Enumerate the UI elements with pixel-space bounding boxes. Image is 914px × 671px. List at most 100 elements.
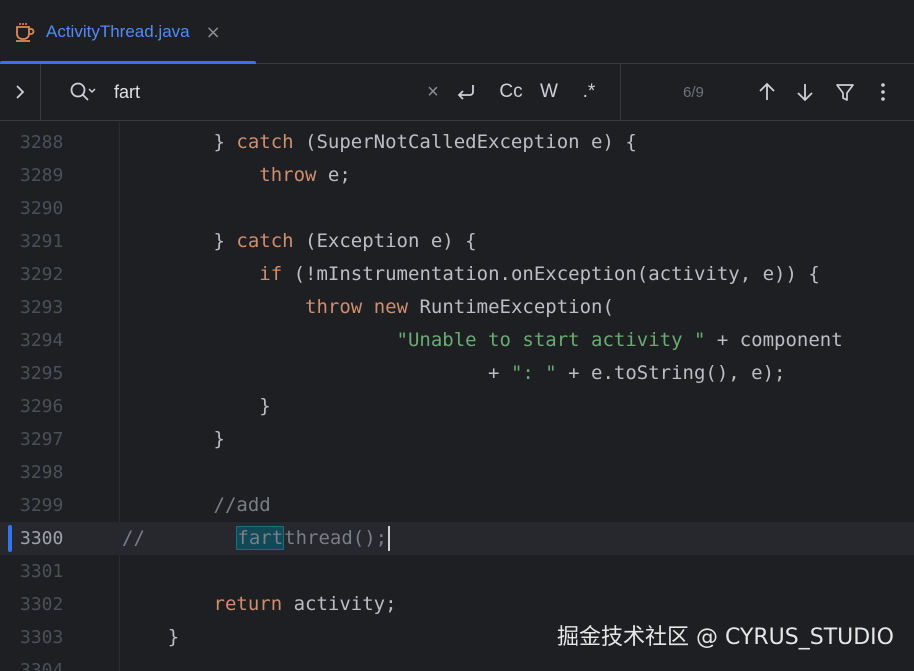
code-editor[interactable]: 3288 } catch (SuperNotCalledException e)…: [0, 122, 914, 671]
code-token: (!mInstrumentation.onException(activity,…: [282, 263, 820, 285]
line-number: 3292: [20, 264, 64, 285]
regex-button[interactable]: .*: [576, 80, 602, 104]
code-text: } catch (SuperNotCalledException e) {: [122, 126, 637, 159]
code-line[interactable]: 3302 return activity;: [0, 588, 914, 621]
text-caret: [388, 526, 391, 551]
line-number: 3288: [20, 132, 64, 153]
line-number: 3303: [20, 627, 64, 648]
code-text: }: [122, 423, 225, 456]
code-line[interactable]: 3293 throw new RuntimeException(: [0, 291, 914, 324]
line-number: 3300: [20, 528, 64, 549]
code-token: RuntimeException(: [408, 296, 614, 318]
code-token: thread();: [284, 527, 388, 549]
search-input[interactable]: [114, 78, 414, 106]
code-line[interactable]: 3298: [0, 456, 914, 489]
code-text: // fartthread();: [122, 522, 391, 555]
code-line[interactable]: 3297 }: [0, 423, 914, 456]
code-token: return: [213, 593, 283, 615]
toolbar-divider: [620, 64, 621, 121]
more-vertical-icon[interactable]: [874, 80, 892, 104]
code-token: }: [122, 230, 237, 252]
search-match-highlight: fart: [236, 526, 285, 550]
code-text: } catch (Exception e) {: [122, 225, 477, 258]
code-token: }: [122, 428, 225, 450]
code-token: //add: [213, 494, 271, 516]
code-token: catch: [236, 131, 294, 153]
line-number: 3304: [20, 660, 64, 671]
code-line[interactable]: 3294 "Unable to start activity " + compo…: [0, 324, 914, 357]
line-number: 3289: [20, 165, 64, 186]
code-text: //add: [122, 489, 271, 522]
code-token: +: [122, 362, 511, 384]
code-line[interactable]: 3292 if (!mInstrumentation.onException(a…: [0, 258, 914, 291]
arrow-up-icon[interactable]: [756, 80, 778, 104]
code-line[interactable]: 3289 throw e;: [0, 159, 914, 192]
code-line[interactable]: 3288 } catch (SuperNotCalledException e)…: [0, 126, 914, 159]
tab-close-icon[interactable]: ×: [206, 22, 221, 43]
search-history-icon[interactable]: [68, 80, 96, 104]
tab-activity-thread[interactable]: ActivityThread.java ×: [0, 0, 256, 65]
code-line[interactable]: 3299 //add: [0, 489, 914, 522]
match-case-button[interactable]: Cc: [496, 80, 526, 104]
code-token: ": ": [510, 362, 557, 384]
watermark: 掘金技术社区 @ CYRUS_STUDIO: [556, 625, 894, 650]
code-token: e;: [316, 164, 351, 186]
arrow-down-icon[interactable]: [794, 80, 816, 104]
line-number: 3295: [20, 363, 64, 384]
tab-file-name: ActivityThread.java: [46, 22, 190, 41]
clear-icon[interactable]: ×: [424, 80, 442, 104]
newline-icon[interactable]: [454, 80, 478, 104]
code-line[interactable]: 3300 // fartthread();: [0, 522, 914, 555]
code-token: (Exception e) {: [293, 230, 477, 252]
code-token: catch: [236, 230, 294, 252]
code-text: }: [122, 390, 271, 423]
code-text: "Unable to start activity " + component: [122, 324, 843, 357]
code-text: + ": " + e.toString(), e);: [122, 357, 785, 390]
match-count: 6/9: [683, 84, 704, 101]
find-bar: × Cc W .* 6/9: [0, 64, 914, 121]
line-number: 3297: [20, 429, 64, 450]
code-token: + e.toString(), e);: [556, 362, 786, 384]
code-token: }: [122, 395, 271, 417]
code-line[interactable]: 3301: [0, 555, 914, 588]
code-line[interactable]: 3291 } catch (Exception e) {: [0, 225, 914, 258]
line-number: 3290: [20, 198, 64, 219]
code-token: activity;: [282, 593, 397, 615]
line-number: 3296: [20, 396, 64, 417]
code-token: throw: [305, 296, 363, 318]
code-token: + component: [705, 329, 843, 351]
code-token: }: [122, 626, 180, 648]
code-token: }: [122, 131, 237, 153]
line-number: 3301: [20, 561, 64, 582]
filter-icon[interactable]: [834, 80, 856, 104]
code-token: if: [259, 263, 283, 285]
code-token: //: [122, 527, 145, 549]
line-number: 3298: [20, 462, 64, 483]
code-text: return activity;: [122, 588, 397, 621]
editor-tab-bar: ActivityThread.java ×: [0, 0, 914, 65]
java-coffee-icon: [16, 23, 35, 42]
code-line[interactable]: 3295 + ": " + e.toString(), e);: [0, 357, 914, 390]
code-token: "Unable to start activity ": [396, 329, 706, 351]
line-number: 3302: [20, 594, 64, 615]
chevron-right-icon[interactable]: [10, 81, 30, 103]
code-line[interactable]: 3296 }: [0, 390, 914, 423]
whole-words-button[interactable]: W: [537, 80, 561, 104]
line-number: 3294: [20, 330, 64, 351]
code-line[interactable]: 3304: [0, 654, 914, 671]
code-line[interactable]: 3290: [0, 192, 914, 225]
toolbar-divider: [40, 64, 41, 121]
code-text: throw e;: [122, 159, 351, 192]
code-token: throw: [259, 164, 317, 186]
code-text: if (!mInstrumentation.onException(activi…: [122, 258, 820, 291]
line-number: 3291: [20, 231, 64, 252]
code-text: throw new RuntimeException(: [122, 291, 614, 324]
current-line-marker: [8, 525, 12, 552]
